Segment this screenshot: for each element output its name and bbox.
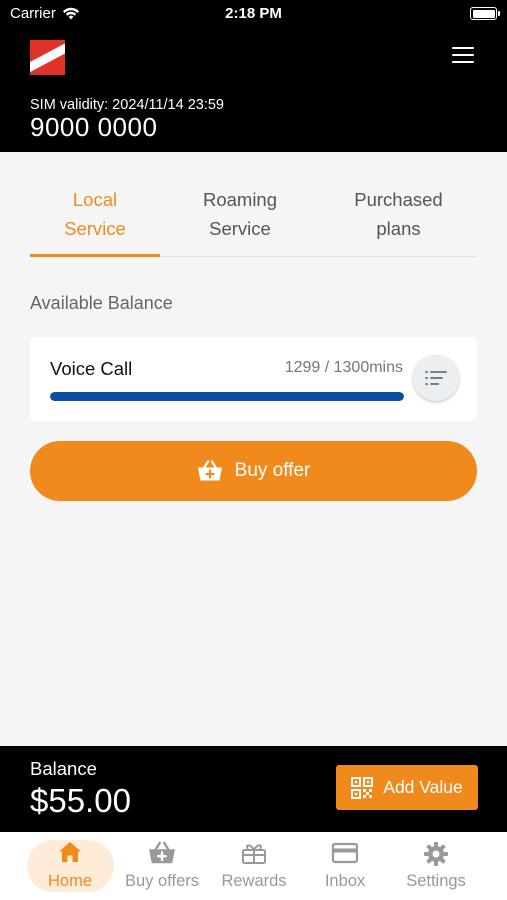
qr-code-icon [351,776,374,799]
nav-inbox[interactable]: Inbox [299,832,391,900]
nav-rewards[interactable]: Rewards [208,832,300,900]
usage-name: Voice Call [50,358,133,379]
nav-label: Buy offers [125,872,199,890]
battery-icon [470,7,500,20]
usage-progress-fill [50,392,404,401]
buy-offer-label: Buy offer [234,460,311,481]
service-tabs: Local Service Roaming Service Purchased … [30,185,477,257]
brand-logo [30,40,65,75]
status-time: 2:18 PM [225,5,282,22]
buy-offer-button[interactable]: Buy offer [30,441,477,501]
balance-bar: Balance $55.00 Add Value [0,746,507,832]
tab-label-line2: plans [376,218,421,239]
card-icon [331,842,359,864]
usage-progress-bar [50,392,404,401]
tab-label-line1: Purchased [354,189,443,210]
nav-label: Rewards [221,872,287,890]
hamburger-menu-icon[interactable] [452,47,474,65]
home-icon [59,842,81,862]
add-value-button[interactable]: Add Value [336,765,478,810]
usage-detail-button[interactable] [413,355,459,401]
app-header: Carrier 2:18 PM SIM validity: 2024/11/14… [0,0,507,152]
sim-validity: SIM validity: 2024/11/14 23:59 [30,97,224,113]
tab-label-line1: Roaming [202,189,278,210]
nav-home[interactable]: Home [24,832,116,900]
usage-value: 1299 / 1300mins [284,359,403,376]
tab-label-line1: Local [72,189,118,210]
balance-amount: $55.00 [30,782,131,819]
voice-call-card: Voice Call 1299 / 1300mins [30,337,477,421]
phone-number: 9000 0000 [30,112,158,142]
add-value-label: Add Value [383,777,463,797]
status-bar: Carrier 2:18 PM [0,0,507,30]
tab-roaming-service[interactable]: Roaming Service [180,185,300,257]
gift-icon [242,844,266,864]
nav-settings[interactable]: Settings [390,832,482,900]
tab-purchased-plans[interactable]: Purchased plans [330,185,467,257]
nav-label: Inbox [324,872,366,890]
tab-label-line2: Service [64,218,126,239]
basket-plus-icon [197,460,222,481]
nav-label: Settings [406,872,466,890]
nav-label: Home [47,872,92,890]
basket-icon [149,841,175,864]
balance-label: Balance [30,758,97,779]
list-icon [425,370,447,386]
nav-buy-offers[interactable]: Buy offers [116,832,208,900]
bottom-nav: Home Buy offers Rewards Inbox Settings [0,832,507,900]
tab-local-service[interactable]: Local Service [30,185,160,257]
available-balance-title: Available Balance [30,293,173,313]
gear-icon [424,842,448,866]
tab-label-line2: Service [209,218,271,239]
